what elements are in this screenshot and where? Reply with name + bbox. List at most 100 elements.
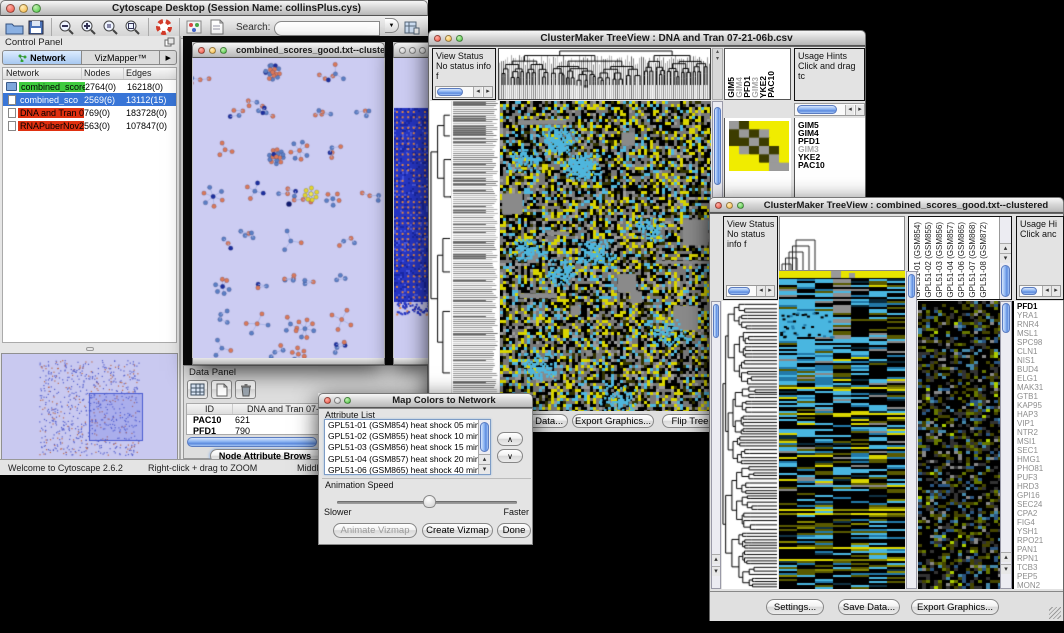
export-graphics-button[interactable]: Export Graphics...: [911, 599, 999, 615]
scroll-right-icon[interactable]: ▸: [1051, 286, 1060, 296]
scroll-left-icon[interactable]: ◂: [1042, 286, 1051, 296]
new-attribute-icon[interactable]: [211, 380, 232, 399]
attribute-item[interactable]: GPL51-04 (GSM857) heat shock 20 min: [325, 454, 490, 465]
settings-button[interactable]: Settings...: [766, 599, 824, 615]
gene-label[interactable]: MAK31: [1017, 383, 1063, 392]
gene-label[interactable]: ELG1: [1017, 374, 1063, 383]
listbox-vscrollbar[interactable]: ▴ ▾: [478, 420, 490, 474]
gene-label[interactable]: HAP3: [1017, 410, 1063, 419]
tab-overflow-arrow[interactable]: ▶: [160, 51, 176, 64]
minimize-icon[interactable]: [445, 35, 452, 42]
gene-label[interactable]: YRA1: [1017, 311, 1063, 320]
open-session-button[interactable]: [3, 17, 25, 37]
close-icon[interactable]: [434, 35, 441, 42]
row-dendrogram-canvas[interactable]: [430, 101, 451, 411]
zoom-fit-icon[interactable]: [122, 17, 144, 37]
close-icon[interactable]: [198, 47, 205, 54]
close-icon[interactable]: [715, 202, 722, 209]
zoom-in-icon[interactable]: [78, 17, 100, 37]
scrollbar-thumb[interactable]: [437, 88, 463, 96]
network-list-row[interactable]: combined_sco2569(6)13112(15): [3, 93, 176, 106]
column-header[interactable]: Nodes: [82, 68, 124, 79]
gene-label[interactable]: HMG1: [1017, 455, 1063, 464]
done-button[interactable]: Done: [497, 523, 531, 538]
view-status-hscrollbar[interactable]: ◂ ▸: [726, 285, 775, 297]
gene-label[interactable]: MON2: [1017, 581, 1063, 589]
gene-label[interactable]: PFD1: [1017, 302, 1063, 311]
zoom-window-icon[interactable]: [32, 4, 41, 13]
network-list-row[interactable]: RNAPuberNov2+563(0)107847(0): [3, 119, 176, 132]
minimize-icon[interactable]: [19, 4, 28, 13]
scroll-down-icon[interactable]: ▾: [479, 464, 490, 474]
mini-heatmap-canvas[interactable]: [729, 121, 789, 171]
speed-slider-thumb[interactable]: [423, 495, 436, 508]
scrollbar-thumb[interactable]: [908, 274, 915, 298]
gene-label[interactable]: SEC1: [1017, 446, 1063, 455]
minimize-icon[interactable]: [726, 202, 733, 209]
gene-label[interactable]: BUD4: [1017, 365, 1063, 374]
row-dendrogram-canvas[interactable]: [722, 301, 778, 589]
scroll-left-icon[interactable]: ◂: [473, 87, 482, 97]
scroll-up-icon[interactable]: ▴: [712, 554, 720, 564]
vizmap-icon[interactable]: [184, 17, 206, 37]
zoom-out-icon[interactable]: [56, 17, 78, 37]
minimize-icon[interactable]: [209, 47, 216, 54]
zoom-window-icon[interactable]: [456, 35, 463, 42]
attribute-item[interactable]: GPL51-02 (GSM855) heat shock 10 min: [325, 431, 490, 442]
view-status-hscrollbar[interactable]: ◂ ▸: [435, 86, 493, 98]
save-session-button[interactable]: [25, 17, 47, 37]
network-overview-canvas[interactable]: [3, 355, 176, 458]
float-panel-icon[interactable]: [164, 34, 179, 52]
gene-label[interactable]: CLN1: [1017, 347, 1063, 356]
gene-label[interactable]: NIS1: [1017, 356, 1063, 365]
column-labels-vscrollbar[interactable]: ▴ ▾: [999, 217, 1011, 299]
zoom-selected-icon[interactable]: [100, 17, 122, 37]
column-tree-area[interactable]: [779, 216, 905, 271]
annotation-icon[interactable]: [206, 17, 228, 37]
gene-label[interactable]: FIG4: [1017, 518, 1063, 527]
global-heatmap-canvas[interactable]: [918, 301, 1000, 589]
gene-label[interactable]: MSI1: [1017, 437, 1063, 446]
heatmap-canvas[interactable]: [779, 271, 905, 589]
scrollbar-thumb[interactable]: [480, 422, 489, 452]
export-graphics-button[interactable]: Export Graphics...: [572, 414, 654, 428]
network-view-titlebar[interactable]: combined_scores_good.txt--cluste...: [192, 42, 385, 58]
scrollbar-thumb[interactable]: [1002, 303, 1010, 333]
gene-label[interactable]: PEP5: [1017, 572, 1063, 581]
scroll-left-icon[interactable]: ◂: [756, 286, 765, 296]
close-icon[interactable]: [399, 47, 406, 54]
delete-attribute-trash-icon[interactable]: [235, 380, 256, 399]
scroll-down-icon[interactable]: ▾: [1000, 253, 1011, 263]
gene-label[interactable]: YSH1: [1017, 527, 1063, 536]
scrollbar-thumb[interactable]: [713, 304, 719, 338]
gene-label[interactable]: PUF3: [1017, 473, 1063, 482]
scrollbar-thumb[interactable]: [797, 105, 837, 114]
scroll-right-icon[interactable]: ▸: [483, 87, 492, 97]
scroll-left-icon[interactable]: ◂: [845, 105, 854, 115]
attribute-listbox[interactable]: GPL51-01 (GSM854) heat shock 05 minGPL51…: [324, 419, 491, 475]
scroll-up-icon[interactable]: ▴: [1001, 552, 1011, 562]
attribute-item[interactable]: GPL51-06 (GSM865) heat shock 40 min: [325, 465, 490, 475]
network-view-2-titlebar[interactable]: [393, 42, 430, 58]
close-icon[interactable]: [6, 4, 15, 13]
search-input[interactable]: [274, 21, 380, 36]
scroll-down-icon[interactable]: ▾: [712, 566, 720, 576]
column-header[interactable]: ID: [187, 404, 233, 414]
gene-label[interactable]: RPO21: [1017, 536, 1063, 545]
data-panel-hscrollbar[interactable]: [187, 437, 317, 447]
row-labels-band[interactable]: [452, 101, 499, 411]
close-icon[interactable]: [324, 397, 331, 404]
network-list-row[interactable]: DNA and Tran 07769(0)183728(0): [3, 106, 176, 119]
minimize-icon[interactable]: [334, 397, 341, 404]
gene-label[interactable]: PHO81: [1017, 464, 1063, 473]
scrollbar-thumb[interactable]: [1021, 287, 1037, 295]
heatmap-canvas[interactable]: [500, 101, 711, 411]
scroll-up-icon[interactable]: ▴: [1000, 243, 1011, 253]
gene-label[interactable]: NTR2: [1017, 428, 1063, 437]
search-dropdown-icon[interactable]: ▼: [385, 18, 399, 33]
select-attributes-icon[interactable]: [187, 380, 208, 399]
cytoscape-titlebar[interactable]: Cytoscape Desktop (Session Name: collins…: [0, 0, 428, 16]
scroll-right-icon[interactable]: ▸: [855, 105, 864, 115]
gene-label[interactable]: TCB3: [1017, 563, 1063, 572]
save-data-button[interactable]: Save Data...: [838, 599, 900, 615]
